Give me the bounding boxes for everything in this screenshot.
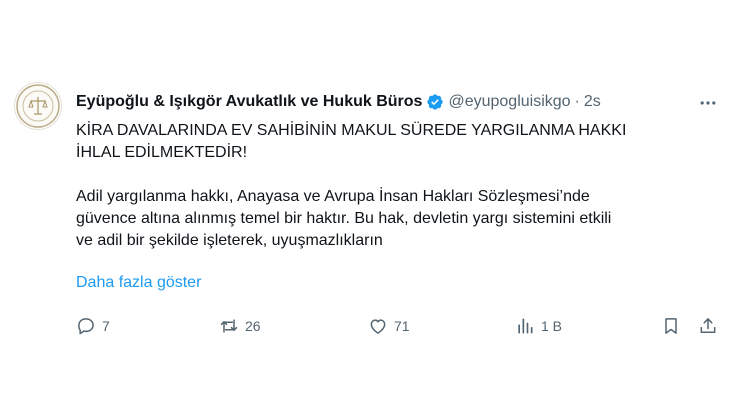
reply-count: 7	[102, 318, 110, 334]
more-options-button[interactable]	[697, 93, 719, 113]
action-bar: 7 26 71 1 B	[0, 312, 730, 340]
retweet-count: 26	[245, 318, 261, 334]
views-count: 1 B	[541, 318, 563, 334]
tweet-header: Eyüpoğlu & Işıkgör Avukatlık ve Hukuk Bü…	[76, 92, 601, 112]
tweet-text-line: KİRA DAVALARINDA EV SAHİBİNİN MAKUL SÜRE…	[76, 122, 627, 139]
retweet-button[interactable]: 26	[219, 314, 261, 338]
tweet-text-line: İHLAL EDİLMEKTEDİR!	[76, 144, 248, 161]
reply-button[interactable]: 7	[76, 314, 110, 338]
views-chart-icon	[518, 318, 533, 334]
more-horizontal-icon	[700, 101, 716, 105]
like-count: 71	[394, 318, 410, 334]
tweet-text-line: Adil yargılanma hakkı, Anayasa ve Avrupa…	[76, 188, 590, 205]
views-button[interactable]: 1 B	[515, 314, 562, 338]
law-firm-logo-icon	[16, 84, 60, 128]
share-icon	[700, 318, 716, 333]
author-handle[interactable]: @eyupogluisikgo	[448, 92, 570, 112]
author-name[interactable]: Eyüpoğlu & Işıkgör Avukatlık ve Hukuk Bü…	[76, 92, 422, 112]
bookmark-icon	[665, 318, 677, 334]
separator-dot: ·	[574, 93, 580, 110]
tweet-text-line: ve adil bir şekilde işleterek, uyuşmazlı…	[76, 232, 383, 249]
verified-badge-icon[interactable]	[426, 93, 444, 111]
tweet-text-line: güvence altına alınmış temel bir haktır.…	[76, 210, 612, 227]
show-more-link[interactable]: Daha fazla göster	[76, 272, 201, 294]
reply-icon	[78, 318, 94, 335]
bookmark-button[interactable]	[661, 314, 681, 338]
avatar[interactable]	[14, 82, 62, 130]
tweet-text: KİRA DAVALARINDA EV SAHİBİNİN MAKUL SÜRE…	[76, 120, 716, 252]
heart-icon	[370, 319, 386, 334]
tweet[interactable]: Eyüpoğlu & Işıkgör Avukatlık ve Hukuk Bü…	[0, 0, 730, 420]
share-button[interactable]	[698, 314, 718, 338]
retweet-icon	[220, 319, 238, 333]
like-button[interactable]: 71	[368, 314, 410, 338]
timestamp[interactable]: 2s	[584, 92, 601, 112]
